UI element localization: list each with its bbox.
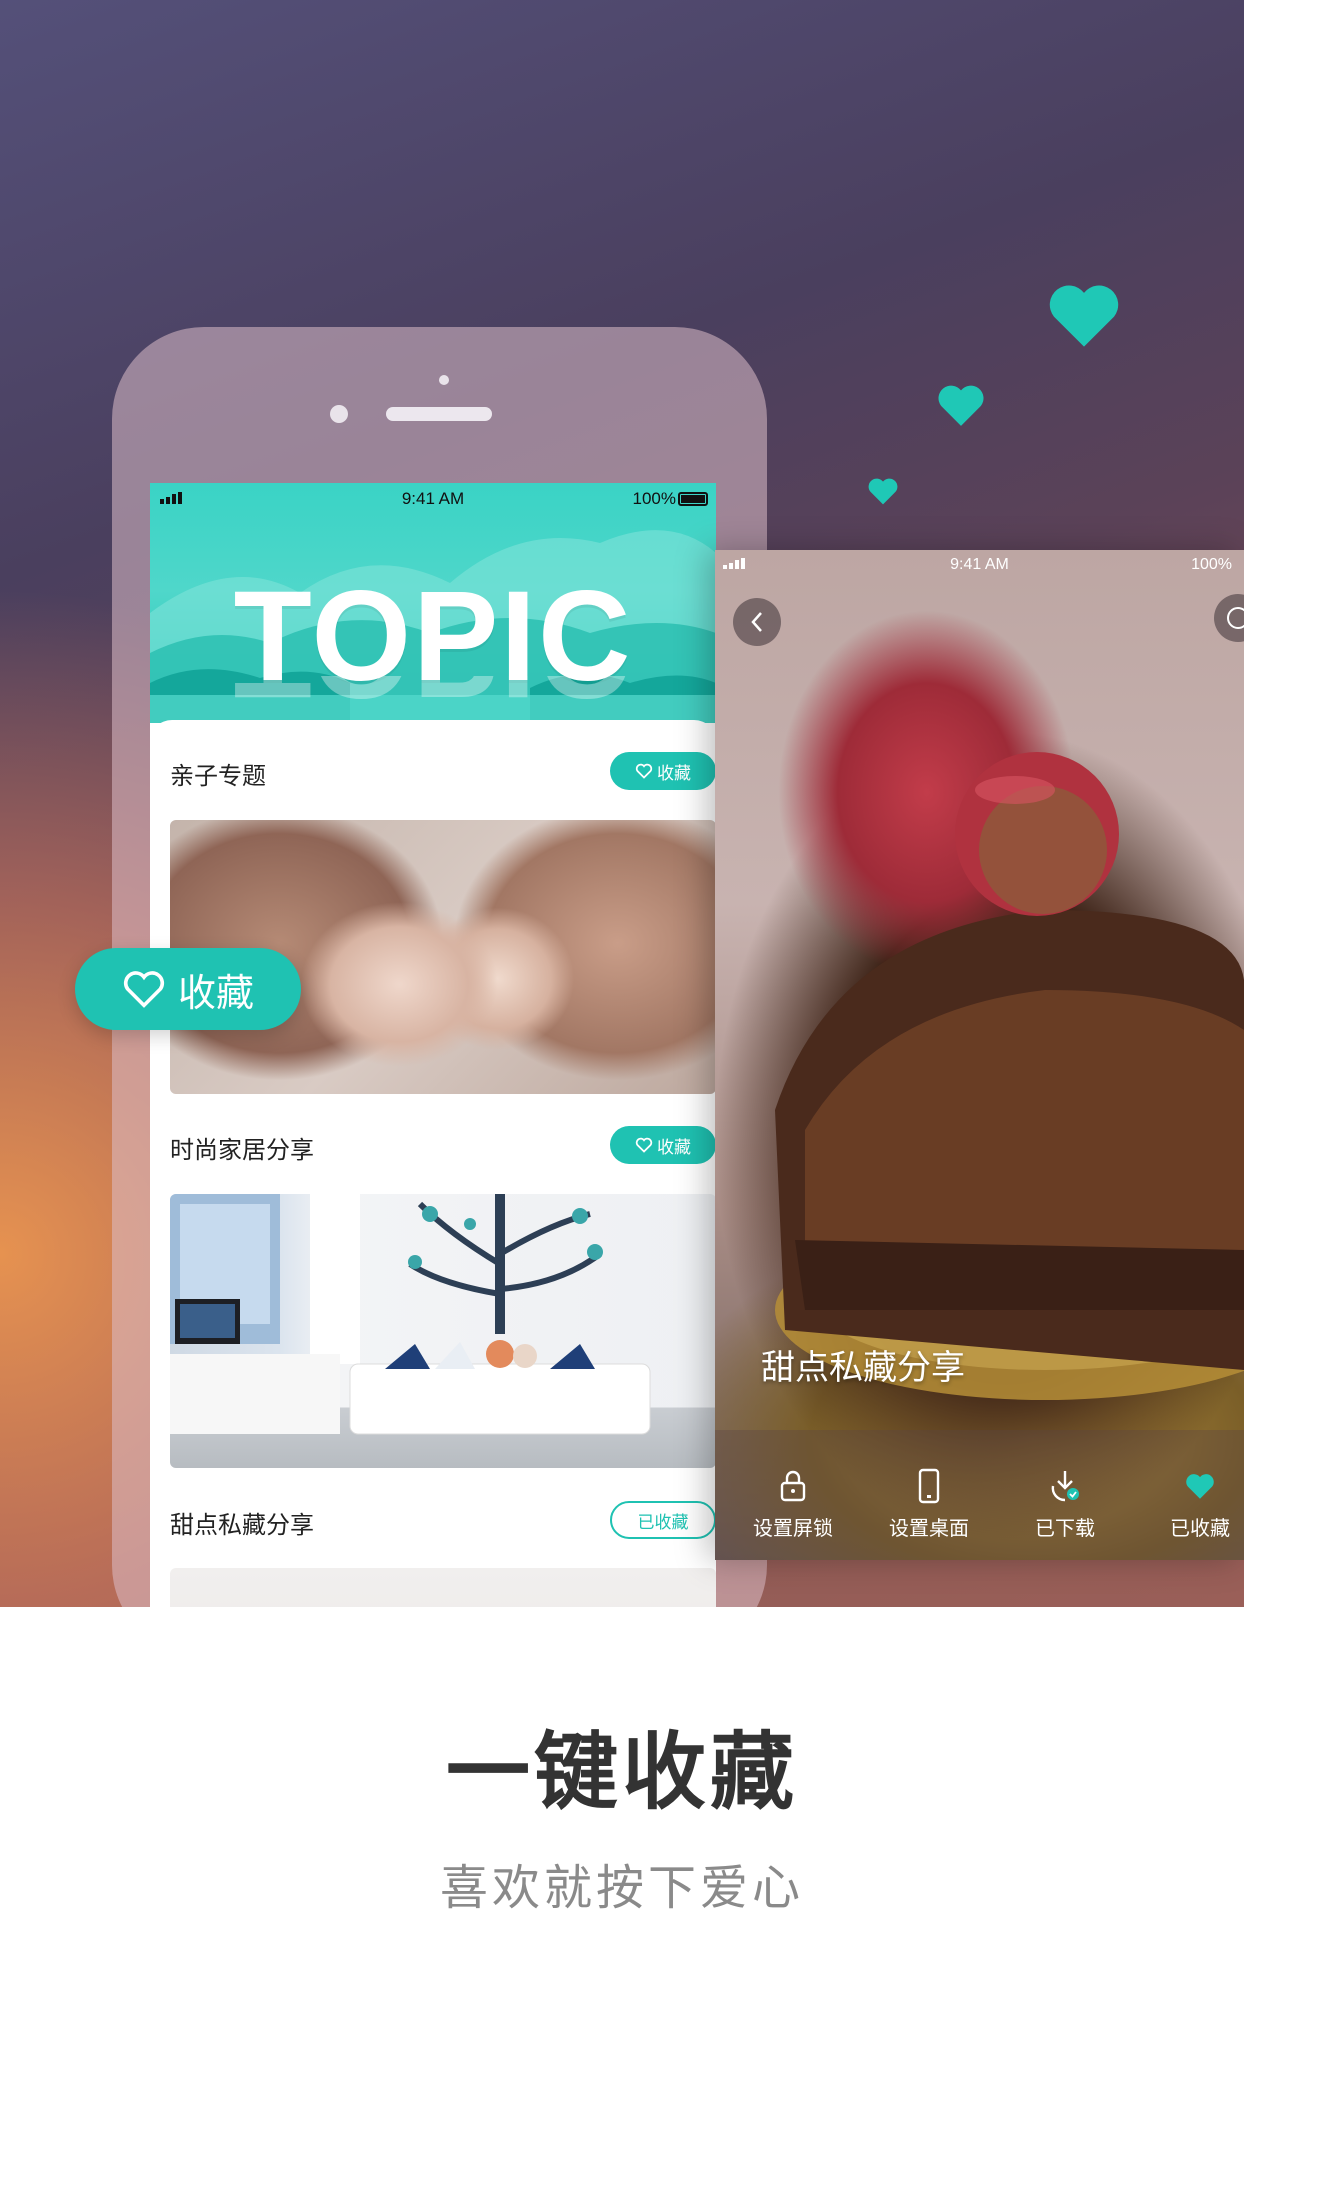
heart-icon (1049, 285, 1119, 347)
collected-button[interactable]: 已收藏 (610, 1501, 716, 1539)
downloaded-button[interactable]: 已下载 (995, 1466, 1135, 1541)
action-label: 已收藏 (1170, 1516, 1230, 1540)
home-decor-photo[interactable] (170, 1194, 716, 1468)
set-lockscreen-button[interactable]: 设置屏锁 (723, 1466, 863, 1541)
section-title: 亲子专题 (170, 762, 266, 790)
status-bar: 9:41 AM 100% (715, 550, 1244, 580)
topic-banner: 9:41 AM 100% TOPIC TOPIC (150, 483, 716, 723)
action-label: 设置屏锁 (753, 1516, 833, 1540)
set-wallpaper-button[interactable]: 设置桌面 (859, 1466, 999, 1541)
cake-illustration (775, 752, 1244, 1400)
lock-icon (780, 1470, 806, 1502)
room-illustration (170, 1194, 651, 1435)
hero-background: 9:41 AM 100% TOPIC TOPIC 亲子专题 收藏 时尚家居分享 … (0, 0, 1244, 1607)
collect-label: 已收藏 (637, 1512, 689, 1533)
phone-camera (330, 405, 348, 423)
big-collect-label: 收藏 (177, 970, 254, 1015)
collect-label: 收藏 (657, 1137, 691, 1158)
detail-title: 甜点私藏分享 (761, 1348, 965, 1388)
battery-icon (678, 492, 708, 506)
phone-sensor (439, 375, 449, 385)
dessert-photo[interactable] (170, 1568, 716, 1607)
banner-title-reflection: TOPIC (150, 676, 716, 723)
status-time: 9:41 AM (401, 489, 465, 508)
collect-button[interactable]: 收藏 (610, 752, 716, 790)
status-time: 9:41 AM (950, 556, 1009, 573)
info-icon (1227, 607, 1244, 629)
action-label: 设置桌面 (889, 1516, 969, 1540)
section-title: 时尚家居分享 (170, 1136, 314, 1164)
status-bar: 9:41 AM 100% (150, 483, 716, 515)
collect-button[interactable]: 收藏 (610, 1126, 716, 1164)
phone-speaker (386, 407, 492, 421)
heart-outline-icon (635, 763, 653, 779)
collect-label: 收藏 (657, 763, 691, 784)
action-label: 已下载 (1035, 1516, 1095, 1540)
dessert-detail-screen: 9:41 AM 100% 甜点私藏分享 设置屏锁 设置桌面 已下载 已收藏 (715, 550, 1244, 1560)
back-button[interactable] (733, 598, 781, 646)
heart-filled-icon (1186, 1474, 1214, 1499)
heart-outline-icon (123, 971, 165, 1008)
action-bar: 设置屏锁 设置桌面 已下载 已收藏 (715, 1430, 1244, 1560)
topic-list-screen: 9:41 AM 100% TOPIC TOPIC 亲子专题 收藏 时尚家居分享 … (150, 483, 716, 1607)
download-check-icon (1051, 1471, 1079, 1502)
heart-icon (868, 478, 898, 505)
phone-icon (918, 1468, 940, 1504)
heart-icon (938, 385, 984, 426)
topic-list: 亲子专题 收藏 时尚家居分享 收藏 甜点私藏分享 已收藏 (150, 720, 716, 1607)
status-battery-text: 100% (1191, 556, 1232, 573)
section-title: 甜点私藏分享 (170, 1511, 314, 1539)
chevron-left-icon (751, 612, 762, 632)
big-collect-button[interactable]: 收藏 (75, 948, 301, 1030)
caption-title: 一键收藏 (445, 1723, 798, 1821)
heart-outline-icon (635, 1137, 653, 1153)
caption-subtitle: 喜欢就按下爱心 (439, 1860, 804, 1916)
status-battery-text: 100% (632, 489, 676, 508)
collected-action-button[interactable]: 已收藏 (1130, 1466, 1244, 1541)
